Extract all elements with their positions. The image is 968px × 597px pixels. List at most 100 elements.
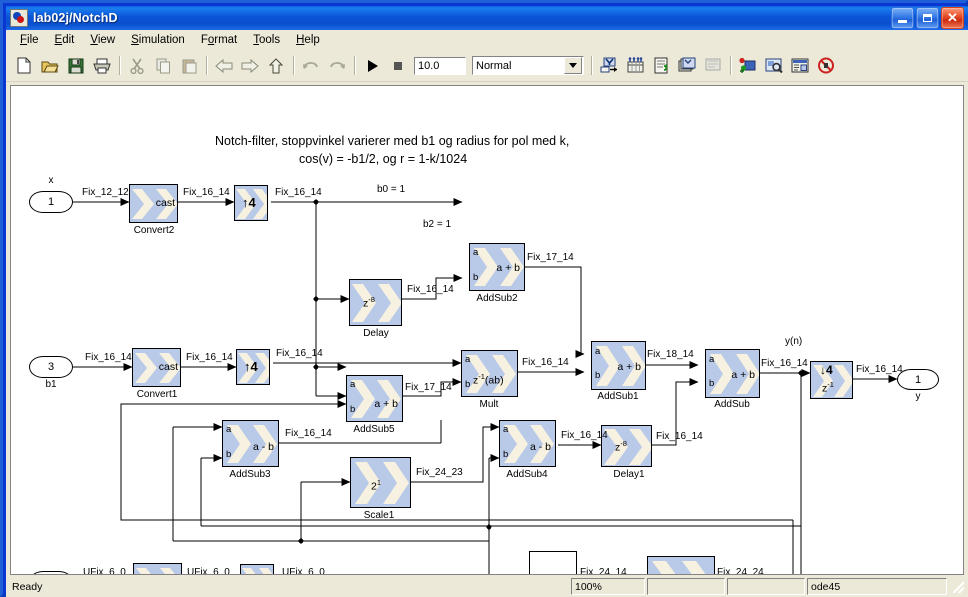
signal-label-mult-out: Fix_16_14 — [522, 357, 569, 368]
signal-label-delay-out: Fix_16_14 — [407, 284, 454, 295]
status-cell-4 — [727, 578, 805, 595]
signal-label-addsub4-out: Fix_16_14 — [561, 430, 608, 441]
inport-x-number: 1 — [47, 196, 55, 208]
update-diagram-icon[interactable] — [623, 54, 647, 77]
cut-icon[interactable] — [125, 54, 149, 77]
model-explorer-icon[interactable] — [675, 54, 699, 77]
print-icon[interactable] — [90, 54, 114, 77]
inport-b1-number: 3 — [47, 361, 55, 373]
inport-b1[interactable]: 3 — [29, 356, 73, 378]
open-model-icon[interactable] — [38, 54, 62, 77]
model-properties-icon[interactable] — [762, 54, 786, 77]
application-window: lab02j/NotchD ✕ File Edit View Simulatio… — [0, 0, 968, 597]
block-addsub1[interactable]: a b a + b — [591, 341, 646, 390]
block-addsub4-port-b: b — [503, 449, 509, 460]
menu-view[interactable]: View — [82, 32, 123, 48]
toolbar-separator — [730, 56, 731, 75]
block-addsub3-glyph: a - b — [252, 441, 274, 453]
toolbar: 10.0 Normal — [6, 50, 968, 82]
block-addsub2-port-a: a — [473, 247, 479, 258]
block-addsub-glyph: a + b — [731, 369, 755, 381]
menu-simulation[interactable]: Simulation — [123, 32, 193, 48]
maximize-button[interactable] — [916, 7, 939, 29]
up-level-icon[interactable] — [264, 54, 288, 77]
copy-icon[interactable] — [151, 54, 175, 77]
block-mult[interactable]: a b z-1(ab) — [461, 350, 518, 397]
debug-icon[interactable] — [701, 54, 725, 77]
diagram-title-line2: cos(v) = -b1/2, og r = 1-k/1024 — [299, 152, 468, 166]
block-delay-exp: -8 — [368, 295, 375, 304]
block-addsub4[interactable]: a b a - b — [499, 420, 556, 467]
outport-y[interactable]: 1 — [897, 369, 939, 390]
forward-icon[interactable] — [238, 54, 262, 77]
back-icon[interactable] — [212, 54, 236, 77]
block-upcast-k[interactable]: ↑4 — [240, 564, 274, 574]
block-addsub5-port-b: b — [350, 404, 356, 415]
signal-label-addsub3-out: Fix_16_14 — [285, 428, 332, 439]
block-addsub-label: AddSub — [714, 399, 750, 410]
toolbar-separator — [293, 56, 294, 75]
block-addsub3[interactable]: a b a - b — [222, 420, 279, 467]
block-addsub5-label: AddSub5 — [353, 424, 395, 435]
signal-label-delay1-out: Fix_16_14 — [656, 431, 703, 442]
block-addsub[interactable]: a b a + b — [705, 349, 760, 398]
xpattern-icon — [350, 280, 401, 325]
signal-label-addsub2-out: Fix_17_14 — [527, 252, 574, 263]
simulation-mode-select[interactable]: Normal — [472, 56, 584, 75]
model-canvas[interactable]: Notch-filter, stoppvinkel varierer med b… — [10, 85, 964, 575]
new-model-icon[interactable] — [12, 54, 36, 77]
simulation-stop-time-field[interactable]: 10.0 — [414, 56, 466, 75]
status-cell-3 — [647, 578, 725, 595]
stop-simulation-icon[interactable] — [386, 54, 410, 77]
block-addsub4-port-a: a — [503, 424, 509, 435]
block-convert2[interactable]: cast — [129, 184, 178, 223]
block-addsub5[interactable]: a b a + b — [346, 375, 403, 422]
signal-label-addsub-out: Fix_16_14 — [761, 358, 808, 369]
simulation-stop-time-value: 10.0 — [418, 59, 440, 72]
block-downcast-y[interactable]: ↓4 z-1 — [810, 361, 853, 399]
block-scale-k[interactable]: 2-10 — [647, 556, 715, 574]
block-upcast-x[interactable]: ↑4 — [234, 185, 268, 221]
menu-tools[interactable]: Tools — [245, 32, 288, 48]
undo-icon[interactable] — [299, 54, 323, 77]
block-convert1[interactable]: cast — [132, 348, 181, 387]
menu-help[interactable]: Help — [288, 32, 328, 48]
block-convert2-label: Convert2 — [133, 225, 175, 236]
menu-edit[interactable]: Edit — [47, 32, 83, 48]
toggle-port-data-icon[interactable] — [736, 54, 760, 77]
block-addsub4-glyph: a - b — [529, 441, 551, 453]
block-addsub2[interactable]: a b a + b — [469, 243, 525, 291]
title-bar: lab02j/NotchD ✕ — [6, 6, 968, 30]
signal-label-b1-in: Fix_16_14 — [85, 352, 132, 363]
close-button[interactable]: ✕ — [941, 7, 964, 29]
block-upcast-b1[interactable]: ↑4 — [236, 349, 270, 385]
model-info-icon[interactable] — [788, 54, 812, 77]
signal-label-y-out: Fix_16_14 — [856, 364, 903, 375]
block-addsub1-port-a: a — [595, 346, 601, 357]
signal-label-scale1-out: Fix_24_23 — [416, 467, 463, 478]
start-simulation-icon[interactable] — [360, 54, 384, 77]
paste-icon[interactable] — [177, 54, 201, 77]
menu-format[interactable]: Format — [193, 32, 245, 48]
redo-icon[interactable] — [325, 54, 349, 77]
block-addsub1-port-b: b — [595, 370, 601, 381]
xpattern-icon — [134, 564, 181, 574]
outport-y-number: 1 — [914, 373, 922, 386]
build-subsystem-icon[interactable] — [597, 54, 621, 77]
inport-b1-label: b1 — [45, 379, 57, 390]
inport-x[interactable]: 1 — [29, 191, 73, 213]
resize-grip-icon[interactable] — [951, 580, 965, 594]
block-k-mult-y[interactable]: y k Out1 — [529, 551, 577, 574]
block-delay[interactable]: z-8 — [349, 279, 402, 326]
chevron-down-icon[interactable] — [564, 57, 582, 74]
block-scale1[interactable]: 21 — [350, 457, 411, 508]
signal-label-addsub5-out: Fix_17_14 — [405, 382, 452, 393]
library-browser-icon[interactable] — [649, 54, 673, 77]
block-convert[interactable]: cast — [133, 563, 182, 574]
save-icon[interactable] — [64, 54, 88, 77]
minimize-button[interactable] — [891, 7, 914, 29]
disable-links-icon[interactable] — [814, 54, 838, 77]
block-delay1[interactable]: z-8 — [601, 425, 652, 467]
block-delay1-exp: -8 — [620, 439, 627, 448]
menu-file[interactable]: File — [12, 32, 47, 48]
